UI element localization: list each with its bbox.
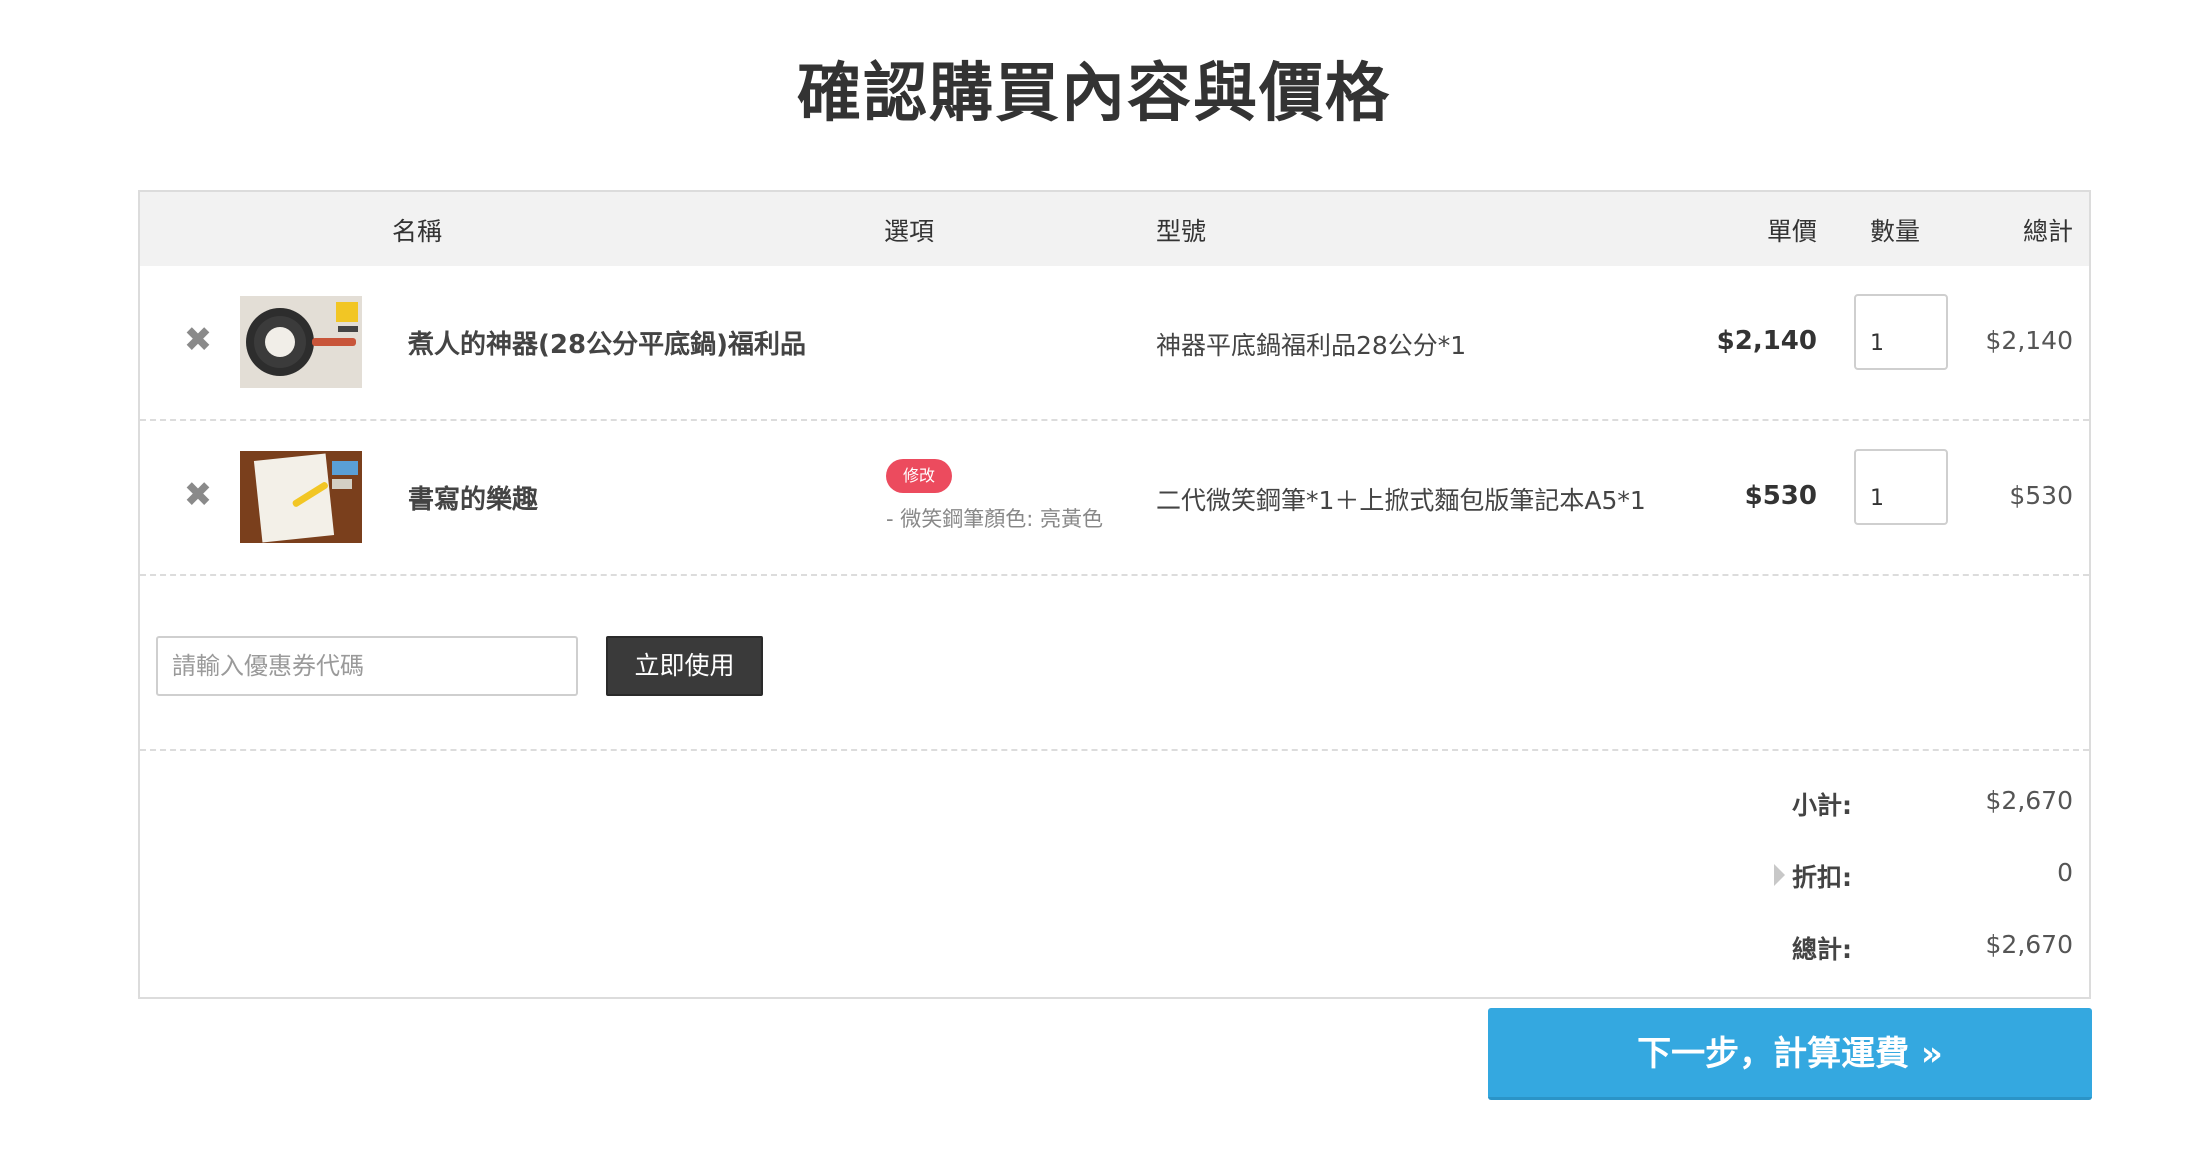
unit-price: $2,140 xyxy=(1716,326,1817,356)
line-total: $530 xyxy=(2009,481,2073,510)
edit-option-button[interactable]: 修改 xyxy=(886,459,952,493)
quantity-input[interactable] xyxy=(1854,449,1948,525)
close-icon[interactable]: ✖ xyxy=(180,477,216,513)
header-total: 總計 xyxy=(2022,217,2073,246)
expand-discount-icon[interactable] xyxy=(1774,864,1785,886)
table-row: ✖ 書寫的樂趣 修改 - 微笑鋼筆顏色: 亮黃色 二代微笑鋼筆*1＋上掀式麵包版… xyxy=(140,421,2089,576)
quantity-input[interactable] xyxy=(1854,294,1948,370)
coupon-code-input[interactable] xyxy=(156,636,578,696)
close-icon[interactable]: ✖ xyxy=(180,322,216,358)
item-option: - 微笑鋼筆顏色: 亮黃色 xyxy=(886,507,1104,531)
item-model: 二代微笑鋼筆*1＋上掀式麵包版筆記本A5*1 xyxy=(1156,486,1646,515)
total-label: 總計: xyxy=(1792,935,1852,964)
cart-table: 名稱 選項 型號 單價 數量 總計 ✖ 煮人的神器(28公分平底鍋)福利品 神器… xyxy=(138,190,2091,999)
apply-coupon-button[interactable]: 立即使用 xyxy=(606,636,763,696)
page-title: 確認購買內容與價格 xyxy=(797,57,1391,131)
header-options: 選項 xyxy=(884,217,935,246)
table-header: 名稱 選項 型號 單價 數量 總計 xyxy=(140,192,2089,266)
checkout-page: 確認購買內容與價格 名稱 選項 型號 單價 數量 總計 ✖ 煮人的神器(28公分… xyxy=(0,0,2188,1176)
header-name: 名稱 xyxy=(392,217,443,246)
subtotal-label: 小計: xyxy=(1792,791,1852,820)
discount-value: 0 xyxy=(2057,858,2073,887)
next-step-button[interactable]: 下一步，計算運費 » xyxy=(1488,1008,2092,1100)
header-model: 型號 xyxy=(1156,217,1207,246)
unit-price: $530 xyxy=(1744,481,1817,511)
total-value: $2,670 xyxy=(1985,930,2073,959)
table-row: ✖ 煮人的神器(28公分平底鍋)福利品 神器平底鍋福利品28公分*1 $2,14… xyxy=(140,266,2089,421)
item-model: 神器平底鍋福利品28公分*1 xyxy=(1156,331,1467,360)
item-name[interactable]: 書寫的樂趣 xyxy=(408,479,538,516)
line-total: $2,140 xyxy=(1985,326,2073,355)
product-image-notebook[interactable] xyxy=(240,451,362,543)
header-quantity: 數量 xyxy=(1870,217,1921,246)
item-name[interactable]: 煮人的神器(28公分平底鍋)福利品 xyxy=(408,324,806,361)
discount-label[interactable]: 折扣: xyxy=(1792,858,1852,894)
subtotal-value: $2,670 xyxy=(1985,786,2073,815)
product-image-pan[interactable] xyxy=(240,296,362,388)
coupon-section: 立即使用 xyxy=(140,576,2089,751)
header-unit-price: 單價 xyxy=(1766,217,1817,246)
